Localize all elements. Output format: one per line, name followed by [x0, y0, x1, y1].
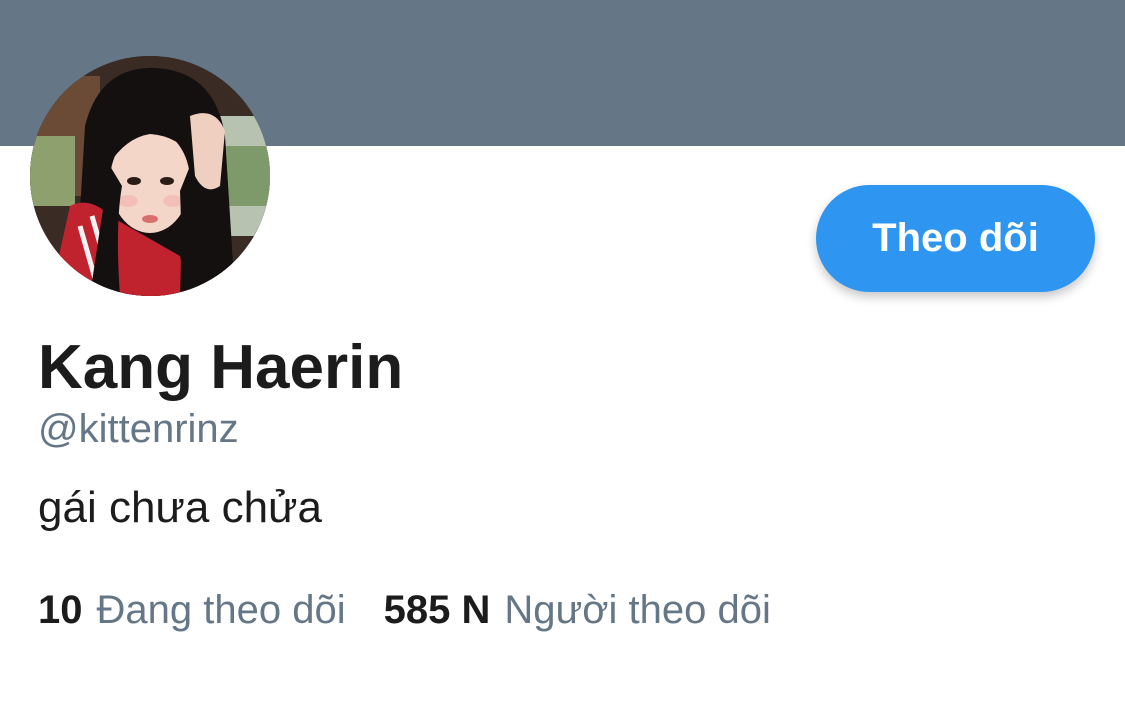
followers-stat[interactable]: 585 N Người theo dõi: [384, 585, 771, 635]
following-label: Đang theo dõi: [96, 588, 346, 632]
following-count: 10: [38, 588, 83, 632]
following-stat[interactable]: 10 Đang theo dõi: [38, 585, 346, 635]
display-name: Kang Haerin: [38, 333, 404, 402]
user-handle: @kittenrinz: [38, 407, 239, 451]
profile-stats: 10 Đang theo dõi 585 N Người theo dõi: [38, 585, 771, 635]
avatar-photo: [30, 56, 270, 296]
follow-button[interactable]: Theo dõi: [816, 185, 1095, 292]
profile-bio: gái chưa chửa: [38, 483, 322, 532]
followers-label: Người theo dõi: [504, 588, 771, 632]
profile-avatar[interactable]: [30, 56, 270, 296]
followers-count: 585 N: [383, 588, 491, 632]
